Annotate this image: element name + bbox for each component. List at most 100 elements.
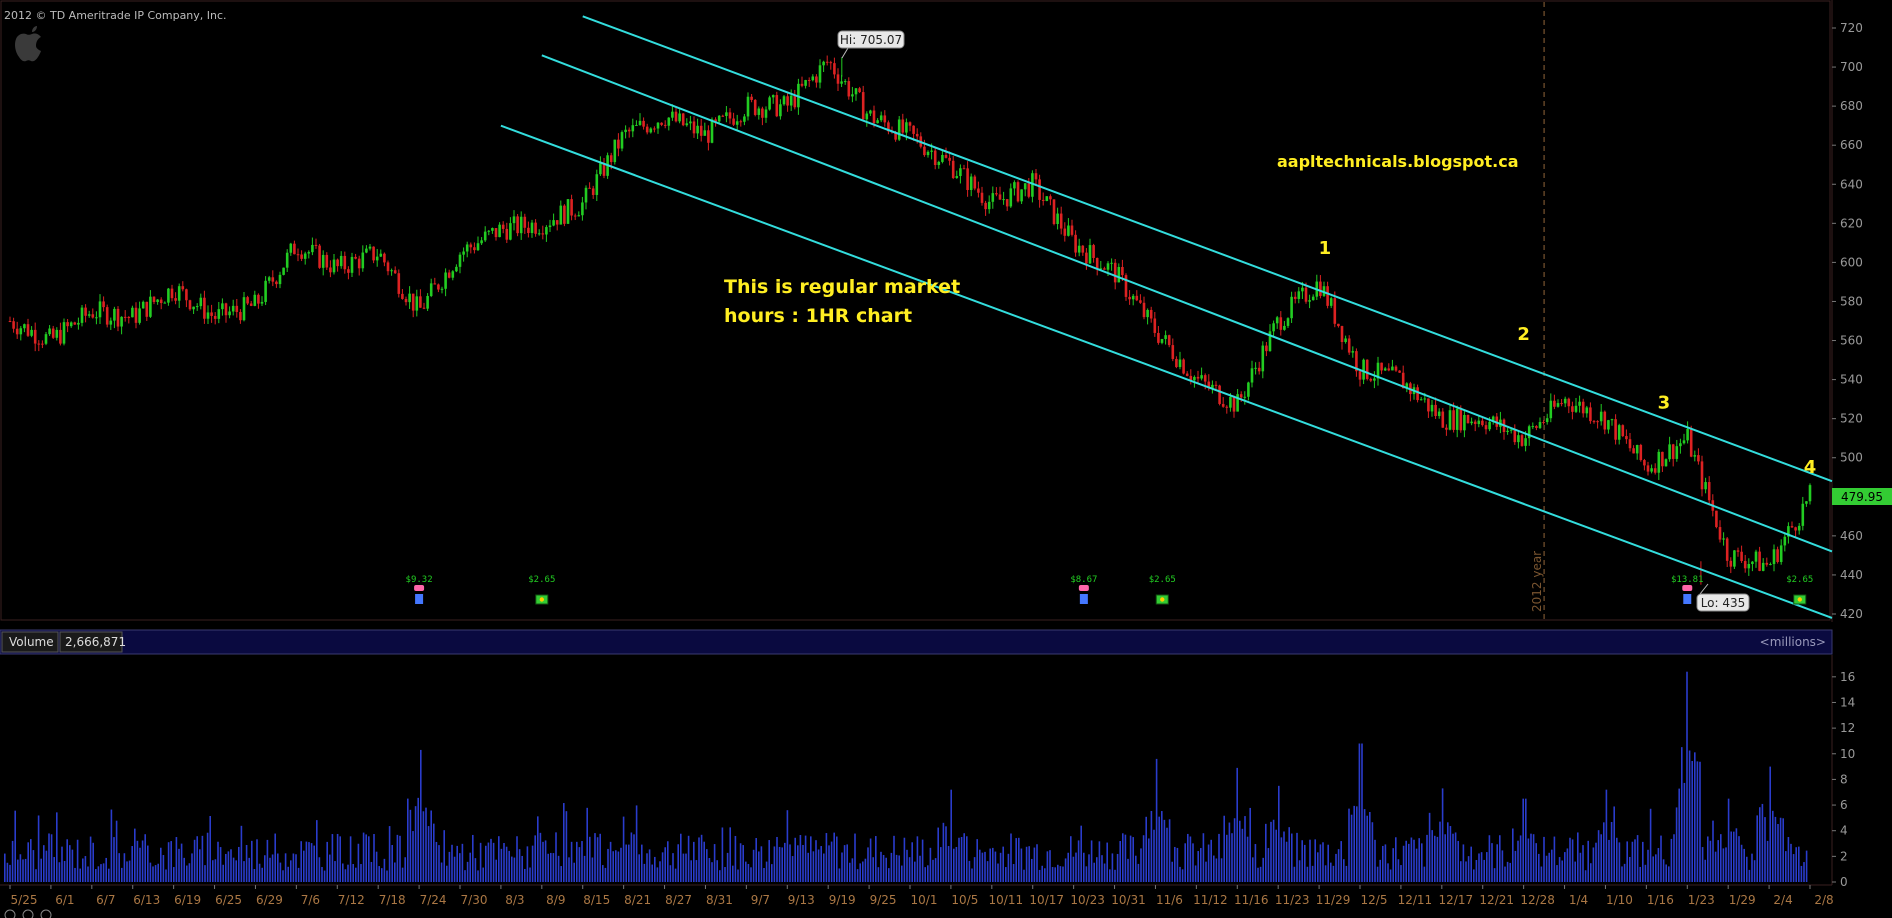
volume-bar [1733, 831, 1735, 882]
volume-bar [924, 867, 926, 882]
volume-bar [256, 839, 258, 882]
volume-bar [417, 797, 419, 882]
candle-body [296, 254, 300, 256]
candle-body [707, 130, 710, 143]
volume-bar [1090, 840, 1093, 882]
volume-bar [373, 834, 375, 882]
volume-bar [1639, 866, 1641, 882]
candle-body [404, 298, 408, 303]
candle-body [1059, 213, 1063, 229]
candle-body [1657, 451, 1661, 473]
volume-bar [1012, 864, 1015, 882]
earnings-event-icon[interactable] [415, 594, 424, 604]
volume-bar [513, 857, 516, 882]
volume-bar [1530, 833, 1532, 882]
x-tick-label: 11/29 [1316, 893, 1351, 907]
volume-bar [1558, 857, 1561, 882]
volume-bar [1345, 865, 1348, 882]
volume-bar [687, 835, 690, 882]
candle-body [1635, 444, 1639, 454]
candle-body [804, 80, 807, 86]
x-tick-label: 6/19 [174, 893, 201, 907]
volume-bar [206, 832, 209, 882]
zoom-in-icon[interactable] [22, 909, 34, 918]
candle-body [815, 76, 818, 83]
volume-bar [217, 841, 219, 882]
candle-body [1200, 375, 1203, 379]
candle-body [1131, 295, 1135, 300]
candle-body [501, 224, 505, 229]
x-tick-label: 1/4 [1569, 893, 1588, 907]
volume-bar [1070, 836, 1072, 882]
earnings-phone-icon[interactable] [414, 585, 425, 591]
zoom-out-icon[interactable] [4, 909, 16, 918]
dividend-event-label: $2.65 [528, 575, 555, 585]
volume-bar [170, 841, 172, 882]
x-tick-label: 7/18 [379, 893, 406, 907]
volume-bar [1366, 815, 1368, 882]
volume-bar [1249, 807, 1251, 882]
candle-body [1621, 425, 1625, 437]
candle-body [188, 300, 192, 310]
volume-bar [565, 811, 568, 882]
volume-bar [310, 843, 313, 882]
volume-bar [734, 835, 737, 882]
candle-body [1722, 538, 1725, 540]
volume-bar [1288, 827, 1290, 882]
zoom-reset-icon[interactable] [40, 909, 52, 918]
dividend-coin-icon [1797, 597, 1802, 602]
candle-body [1506, 430, 1509, 432]
scroll-controls[interactable] [4, 909, 52, 918]
candle-body [563, 205, 566, 224]
volume-bar [1553, 836, 1556, 882]
volume-bar [1124, 834, 1127, 882]
earnings-phone-icon[interactable] [1078, 585, 1089, 591]
volume-bar [937, 827, 939, 882]
volume-bar [745, 861, 747, 882]
volume-bar [1428, 812, 1431, 882]
earnings-phone-icon[interactable] [1682, 585, 1693, 591]
candle-body [41, 343, 44, 345]
x-tick-label: 2/4 [1773, 893, 1792, 907]
candle-body [588, 187, 591, 189]
volume-bar [126, 861, 128, 882]
candle-body [1581, 401, 1585, 414]
volume-bar [1275, 829, 1277, 882]
volume-bar [409, 809, 412, 882]
volume-bar [370, 861, 373, 882]
candle-body [1797, 525, 1801, 531]
volume-bar [1686, 671, 1688, 882]
volume-bar [1389, 869, 1392, 882]
candle-body [930, 150, 933, 152]
candle-body [818, 65, 822, 83]
candle-body [1261, 345, 1265, 372]
candle-body [1423, 398, 1427, 400]
volume-bar [1517, 840, 1519, 882]
candle-body [12, 321, 15, 329]
volume-bar [1384, 844, 1387, 882]
candle-body [1448, 410, 1452, 430]
volume-bar [544, 840, 547, 882]
volume-bar [1114, 869, 1116, 882]
volume-bar [1569, 837, 1571, 882]
candle-body [879, 115, 883, 121]
candle-body [1092, 245, 1095, 258]
candle-body [1733, 550, 1736, 567]
volume-bar [1730, 831, 1732, 882]
candle-body [393, 270, 397, 274]
candle-body [1016, 182, 1020, 202]
candle-body [653, 128, 656, 130]
candle-body [836, 74, 840, 84]
candle-body [1347, 338, 1351, 353]
volume-bar [362, 832, 365, 882]
candle-body [977, 188, 980, 193]
earnings-event-icon[interactable] [1079, 594, 1088, 604]
volume-bar [989, 848, 991, 882]
volume-bar [258, 863, 261, 882]
candle-body [199, 297, 203, 307]
volume-bar [1751, 853, 1753, 882]
candle-body [1535, 426, 1538, 428]
volume-bar [1462, 844, 1465, 882]
volume-bar [638, 854, 640, 882]
earnings-event-icon[interactable] [1683, 594, 1692, 604]
